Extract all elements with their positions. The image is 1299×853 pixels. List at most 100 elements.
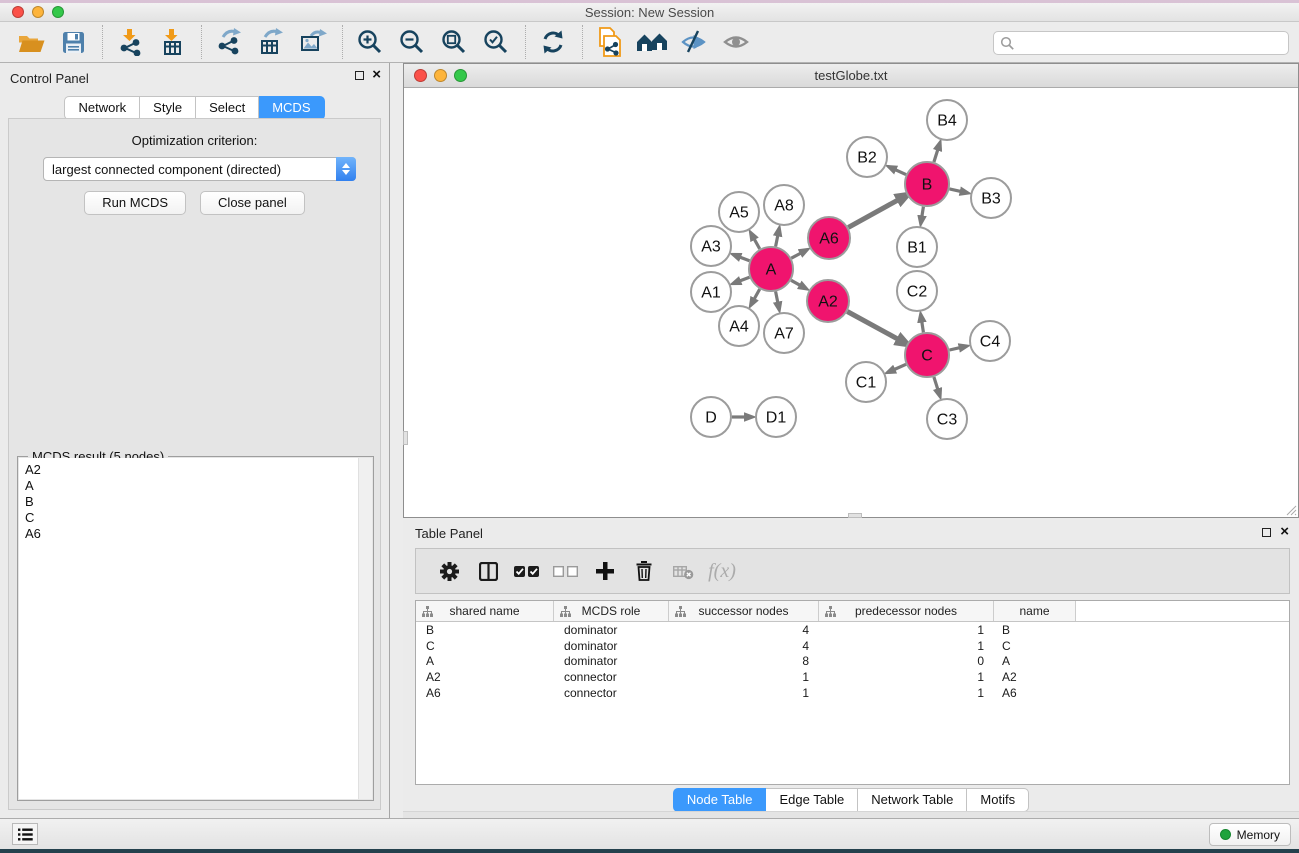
result-list-item[interactable]: B [19, 494, 372, 510]
zoom-out-icon[interactable] [395, 26, 429, 58]
window-edge-grip[interactable] [403, 431, 408, 445]
graph-edge-A-A6[interactable] [791, 253, 801, 258]
network-close-button[interactable] [414, 69, 427, 82]
table-cell[interactable]: A2 [416, 670, 554, 684]
network-canvas[interactable]: B4B2BB3A5A8A6A3B1AA1C2A2A4A7C4CC1C3DD1 [404, 88, 1298, 517]
show-columns-icon[interactable] [473, 556, 503, 586]
table-row[interactable]: Cdominator41C [416, 638, 1289, 654]
zoom-window-button[interactable] [52, 6, 64, 18]
criterion-dropdown[interactable]: largest connected component (directed) [43, 157, 356, 181]
tab-node-table[interactable]: Node Table [673, 788, 767, 812]
table-cell[interactable]: 4 [669, 639, 819, 653]
table-cell[interactable]: connector [554, 670, 669, 684]
table-cell[interactable]: C [416, 639, 554, 653]
table-cell[interactable]: B [994, 623, 1076, 637]
tab-motifs[interactable]: Motifs [967, 788, 1029, 812]
graph-edge-C-C2[interactable] [922, 322, 924, 333]
network-window-titlebar[interactable]: testGlobe.txt [404, 64, 1298, 88]
table-cell[interactable]: A6 [416, 686, 554, 700]
network-from-file-icon[interactable] [593, 26, 627, 58]
network-minimize-button[interactable] [434, 69, 447, 82]
graph-edge-A6-B[interactable] [848, 200, 898, 228]
graph-edge-C-C4[interactable] [950, 348, 960, 350]
table-cell[interactable]: 0 [819, 654, 994, 668]
close-panel-icon[interactable]: × [372, 69, 381, 81]
table-cell[interactable]: C [994, 639, 1076, 653]
result-scrollbar[interactable] [358, 458, 372, 799]
graph-edge-A-A1[interactable] [740, 277, 750, 281]
table-cell[interactable]: 1 [669, 670, 819, 684]
minimize-window-button[interactable] [32, 6, 44, 18]
delete-column-trash-icon[interactable] [629, 556, 659, 586]
graph-edge-A-A2[interactable] [791, 280, 800, 285]
zoom-selected-icon[interactable] [479, 26, 513, 58]
graph-edge-A-A3[interactable] [740, 257, 750, 261]
graph-edge-B-B4[interactable] [934, 150, 938, 162]
column-header-predecessor-nodes[interactable]: predecessor nodes [819, 601, 994, 621]
home-icon[interactable] [635, 26, 669, 58]
table-cell[interactable]: A [994, 654, 1076, 668]
column-header-MCDS-role[interactable]: MCDS role [554, 601, 669, 621]
column-header-shared-name[interactable]: shared name [416, 601, 554, 621]
export-network-icon[interactable] [212, 26, 246, 58]
column-header-name[interactable]: name [994, 601, 1076, 621]
graph-edge-A-A5[interactable] [754, 239, 760, 249]
select-all-icon[interactable] [512, 556, 542, 586]
show-panel-icon[interactable] [719, 26, 753, 58]
table-cell[interactable]: 1 [819, 686, 994, 700]
tab-style[interactable]: Style [140, 96, 196, 120]
export-image-icon[interactable] [296, 26, 330, 58]
tab-mcds[interactable]: MCDS [259, 96, 324, 120]
table-cell[interactable]: A6 [994, 686, 1076, 700]
close-table-panel-icon[interactable]: × [1280, 526, 1289, 538]
result-list-item[interactable]: C [19, 510, 372, 526]
export-table-icon[interactable] [254, 26, 288, 58]
search-input[interactable] [1019, 36, 1282, 51]
float-panel-icon[interactable] [355, 71, 364, 80]
tab-select[interactable]: Select [196, 96, 259, 120]
zoom-fit-icon[interactable] [437, 26, 471, 58]
resize-grip-icon[interactable] [1284, 503, 1297, 516]
result-list-item[interactable]: A6 [19, 526, 372, 542]
toolbar-search[interactable] [993, 31, 1289, 55]
table-cell[interactable]: 1 [669, 686, 819, 700]
graph-edge-A-A8[interactable] [776, 235, 778, 246]
graph-edge-A2-C[interactable] [847, 312, 898, 340]
table-cell[interactable]: 8 [669, 654, 819, 668]
graph-edge-A-A7[interactable] [776, 292, 778, 303]
close-window-button[interactable] [12, 6, 24, 18]
close-panel-button[interactable]: Close panel [200, 191, 305, 215]
deselect-all-icon[interactable] [551, 556, 581, 586]
refresh-icon[interactable] [536, 26, 570, 58]
table-cell[interactable]: 1 [819, 670, 994, 684]
table-cell[interactable]: A2 [994, 670, 1076, 684]
column-header-successor-nodes[interactable]: successor nodes [669, 601, 819, 621]
table-cell[interactable]: 1 [819, 639, 994, 653]
float-table-panel-icon[interactable] [1262, 528, 1271, 537]
table-cell[interactable]: dominator [554, 654, 669, 668]
hide-panel-icon[interactable] [677, 26, 711, 58]
table-cell[interactable]: B [416, 623, 554, 637]
tab-network[interactable]: Network [64, 96, 140, 120]
table-cell[interactable]: 4 [669, 623, 819, 637]
table-cell[interactable]: dominator [554, 623, 669, 637]
graph-edge-A-A4[interactable] [754, 289, 760, 299]
table-row[interactable]: Adominator80A [416, 653, 1289, 669]
table-cell[interactable]: dominator [554, 639, 669, 653]
window-edge-grip[interactable] [848, 513, 862, 518]
table-cell[interactable]: 1 [819, 623, 994, 637]
run-mcds-button[interactable]: Run MCDS [84, 191, 186, 215]
save-session-icon[interactable] [56, 26, 90, 58]
table-cell[interactable]: A [416, 654, 554, 668]
table-row[interactable]: A6connector11A6 [416, 685, 1289, 701]
graph-edge-C-C3[interactable] [934, 377, 938, 389]
graph-edge-C-C1[interactable] [894, 364, 906, 369]
import-network-icon[interactable] [113, 26, 147, 58]
graph-edge-B-B2[interactable] [895, 170, 906, 175]
create-column-icon[interactable] [590, 556, 620, 586]
task-history-button[interactable] [12, 823, 38, 845]
import-table-icon[interactable] [155, 26, 189, 58]
table-settings-gear-icon[interactable] [434, 556, 464, 586]
open-session-icon[interactable] [14, 26, 48, 58]
tab-network-table[interactable]: Network Table [858, 788, 967, 812]
